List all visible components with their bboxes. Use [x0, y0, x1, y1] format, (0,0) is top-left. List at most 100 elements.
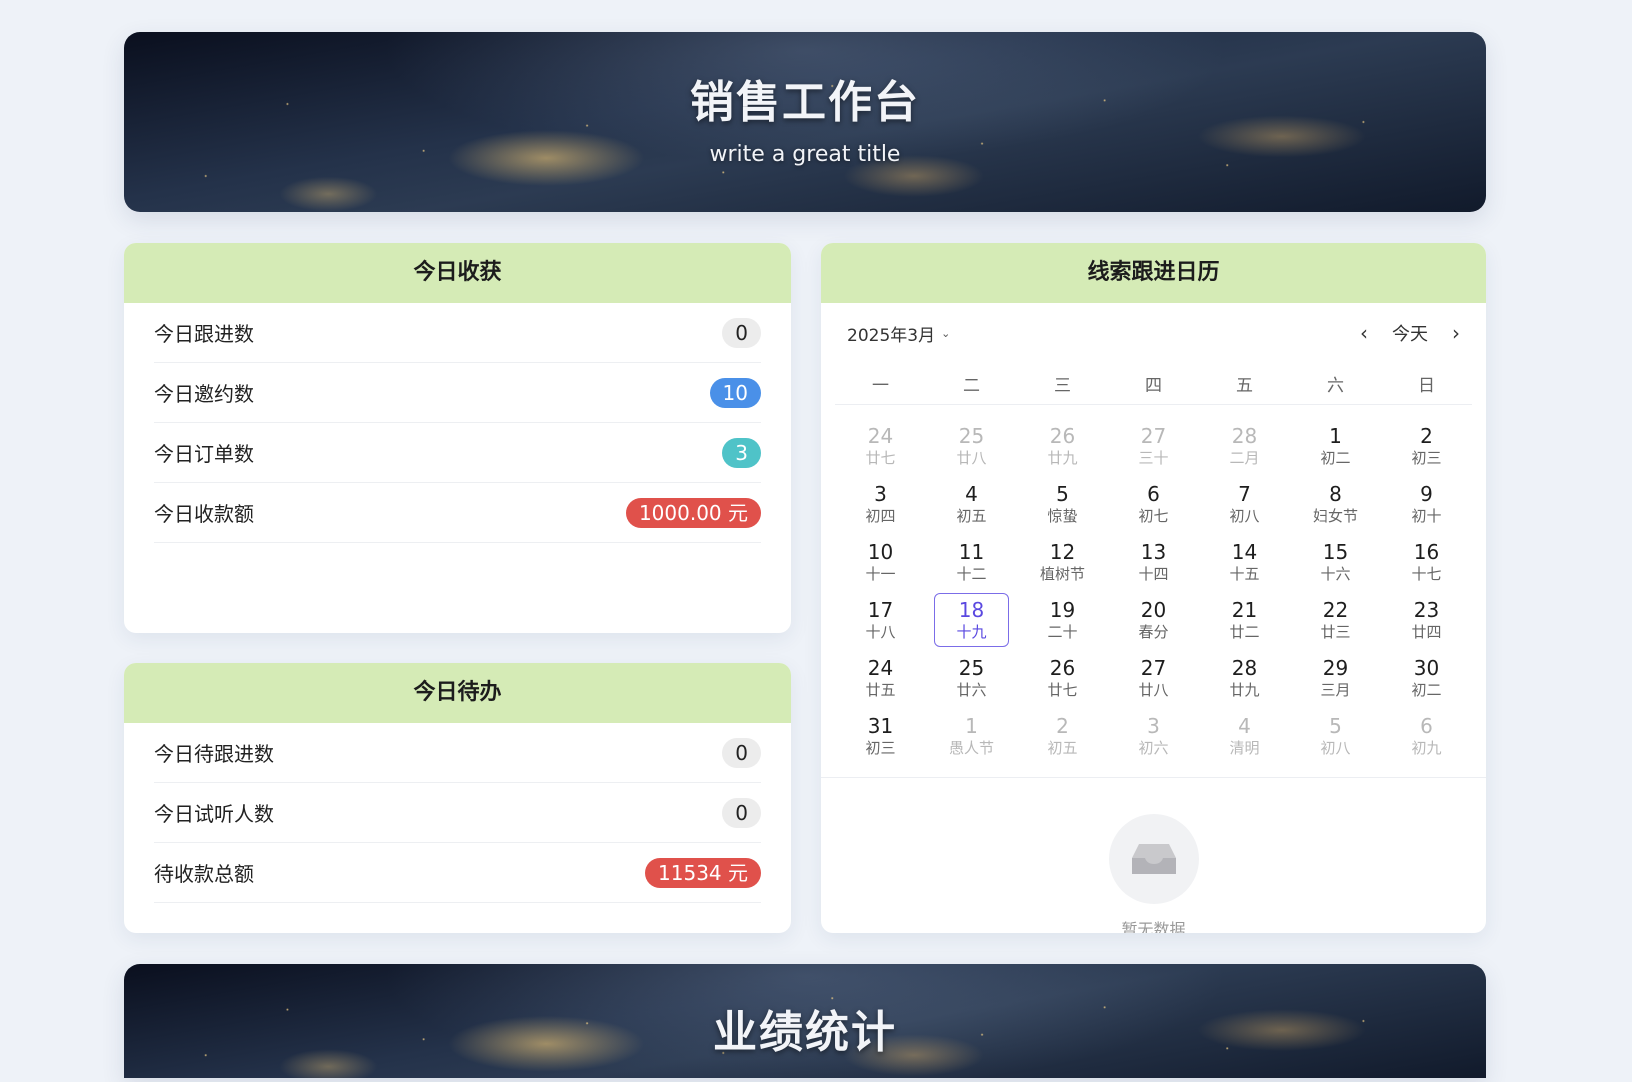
day-number: 28	[1231, 656, 1258, 680]
day-number: 1	[965, 714, 978, 738]
calendar-day[interactable]: 2 初三	[1389, 419, 1464, 473]
calendar-day[interactable]: 20 春分	[1116, 593, 1191, 647]
lunar-date: 初七	[1138, 507, 1169, 525]
stat-row-pending-follow-ups: 今日待跟进数 0	[154, 723, 761, 783]
calendar-day[interactable]: 17 十八	[843, 593, 918, 647]
calendar-day[interactable]: 28 二月	[1207, 419, 1282, 473]
stats-banner: 业绩统计	[124, 964, 1486, 1078]
lunar-date: 初五	[956, 507, 987, 525]
lunar-date: 廿八	[1138, 681, 1169, 699]
calendar-day[interactable]: 14 十五	[1207, 535, 1282, 589]
day-number: 7	[1238, 482, 1251, 506]
calendar-day[interactable]: 4 清明	[1207, 709, 1282, 763]
lunar-date: 初四	[865, 507, 896, 525]
calendar-day[interactable]: 5 惊蛰	[1025, 477, 1100, 531]
calendar-day[interactable]: 30 初二	[1389, 651, 1464, 705]
calendar-day[interactable]: 27 三十	[1116, 419, 1191, 473]
page-subtitle: write a great title	[709, 142, 901, 167]
lunar-date: 初二	[1320, 449, 1351, 467]
calendar-day[interactable]: 24 廿五	[843, 651, 918, 705]
calendar-day[interactable]: 4 初五	[934, 477, 1009, 531]
lunar-date: 廿九	[1047, 449, 1078, 467]
day-number: 15	[1322, 540, 1349, 564]
calendar-day[interactable]: 24 廿七	[843, 419, 918, 473]
calendar-day[interactable]: 22 廿三	[1298, 593, 1373, 647]
lunar-date: 初三	[865, 739, 896, 757]
calendar-day[interactable]: 11 十二	[934, 535, 1009, 589]
lunar-date: 廿四	[1411, 623, 1442, 641]
calendar-day[interactable]: 16 十七	[1389, 535, 1464, 589]
stat-row-trial-attendees: 今日试听人数 0	[154, 783, 761, 843]
chevron-left-icon[interactable]: ‹	[1360, 321, 1368, 345]
calendar-day[interactable]: 26 廿七	[1025, 651, 1100, 705]
calendar-grid: 24 廿七 25 廿八 26 廿九 27 三十 28 二月 1 初二 2 初三 3 初四 4 初五 5 惊蛰 6 初七 7 初…	[835, 417, 1472, 765]
day-number: 26	[1049, 424, 1076, 448]
count-badge: 0	[722, 317, 761, 348]
calendar-day[interactable]: 8 妇女节	[1298, 477, 1373, 531]
calendar-day[interactable]: 28 廿九	[1207, 651, 1282, 705]
lunar-date: 惊蛰	[1047, 507, 1078, 525]
day-number: 23	[1413, 598, 1440, 622]
calendar-day[interactable]: 12 植树节	[1025, 535, 1100, 589]
calendar-day[interactable]: 5 初八	[1298, 709, 1373, 763]
lunar-date: 三月	[1320, 681, 1351, 699]
day-number: 4	[1238, 714, 1251, 738]
day-number: 12	[1049, 540, 1076, 564]
chevron-right-icon[interactable]: ›	[1452, 321, 1460, 345]
calendar-day[interactable]: 27 廿八	[1116, 651, 1191, 705]
day-number: 10	[867, 540, 894, 564]
calendar-day[interactable]: 6 初九	[1389, 709, 1464, 763]
calendar-day[interactable]: 25 廿六	[934, 651, 1009, 705]
chevron-down-icon: ⌄	[941, 326, 951, 340]
calendar-toolbar: 2025年3月 ⌄ ‹ 今天 ›	[821, 303, 1486, 363]
lunar-date: 十一	[865, 565, 896, 583]
lunar-date: 初八	[1320, 739, 1351, 757]
amount-badge: 1000.00 元	[625, 497, 761, 528]
calendar-day[interactable]: 21 廿二	[1207, 593, 1282, 647]
calendar-day[interactable]: 10 十一	[843, 535, 918, 589]
calendar-day[interactable]: 29 三月	[1298, 651, 1373, 705]
calendar-day[interactable]: 7 初八	[1207, 477, 1282, 531]
empty-text: 暂无数据	[1121, 920, 1186, 933]
todo-card: 今日待办 今日待跟进数 0 今日试听人数 0 待收款总额 11534 元	[124, 663, 791, 933]
day-number: 16	[1413, 540, 1440, 564]
lunar-date: 廿九	[1229, 681, 1260, 699]
calendar-day[interactable]: 31 初三	[843, 709, 918, 763]
lunar-date: 十四	[1138, 565, 1169, 583]
lunar-date: 廿五	[865, 681, 896, 699]
calendar-card-title: 线索跟进日历	[821, 243, 1486, 303]
lunar-date: 春分	[1138, 623, 1169, 641]
calendar-day-today[interactable]: 18 十九	[934, 593, 1009, 647]
calendar-day[interactable]: 13 十四	[1116, 535, 1191, 589]
day-number: 21	[1231, 598, 1258, 622]
calendar-day[interactable]: 1 愚人节	[934, 709, 1009, 763]
calendar-day[interactable]: 19 二十	[1025, 593, 1100, 647]
calendar-day[interactable]: 23 廿四	[1389, 593, 1464, 647]
day-number: 9	[1420, 482, 1433, 506]
lunar-date: 愚人节	[948, 739, 994, 757]
calendar-day[interactable]: 3 初四	[843, 477, 918, 531]
calendar-day[interactable]: 6 初七	[1116, 477, 1191, 531]
calendar-day[interactable]: 1 初二	[1298, 419, 1373, 473]
stat-row-invitations: 今日邀约数 10	[154, 363, 761, 423]
calendar-nav: ‹ 今天 ›	[1360, 320, 1460, 346]
day-number: 30	[1413, 656, 1440, 680]
lunar-date: 清明	[1229, 739, 1260, 757]
stat-label: 今日跟进数	[154, 322, 254, 346]
lunar-date: 十五	[1229, 565, 1260, 583]
lunar-date: 廿二	[1229, 623, 1260, 641]
calendar-day[interactable]: 15 十六	[1298, 535, 1373, 589]
lunar-date: 廿八	[956, 449, 987, 467]
calendar-day[interactable]: 3 初六	[1116, 709, 1191, 763]
calendar-day[interactable]: 25 廿八	[934, 419, 1009, 473]
calendar-day[interactable]: 9 初十	[1389, 477, 1464, 531]
calendar-day[interactable]: 26 廿九	[1025, 419, 1100, 473]
today-button[interactable]: 今天	[1392, 320, 1428, 346]
stat-label: 今日邀约数	[154, 382, 254, 406]
weekday-label: 三	[1054, 376, 1071, 396]
day-number: 25	[958, 424, 985, 448]
calendar-day[interactable]: 2 初五	[1025, 709, 1100, 763]
harvest-card-title: 今日收获	[124, 243, 791, 303]
month-select[interactable]: 2025年3月 ⌄	[847, 321, 950, 346]
lunar-date: 初八	[1229, 507, 1260, 525]
